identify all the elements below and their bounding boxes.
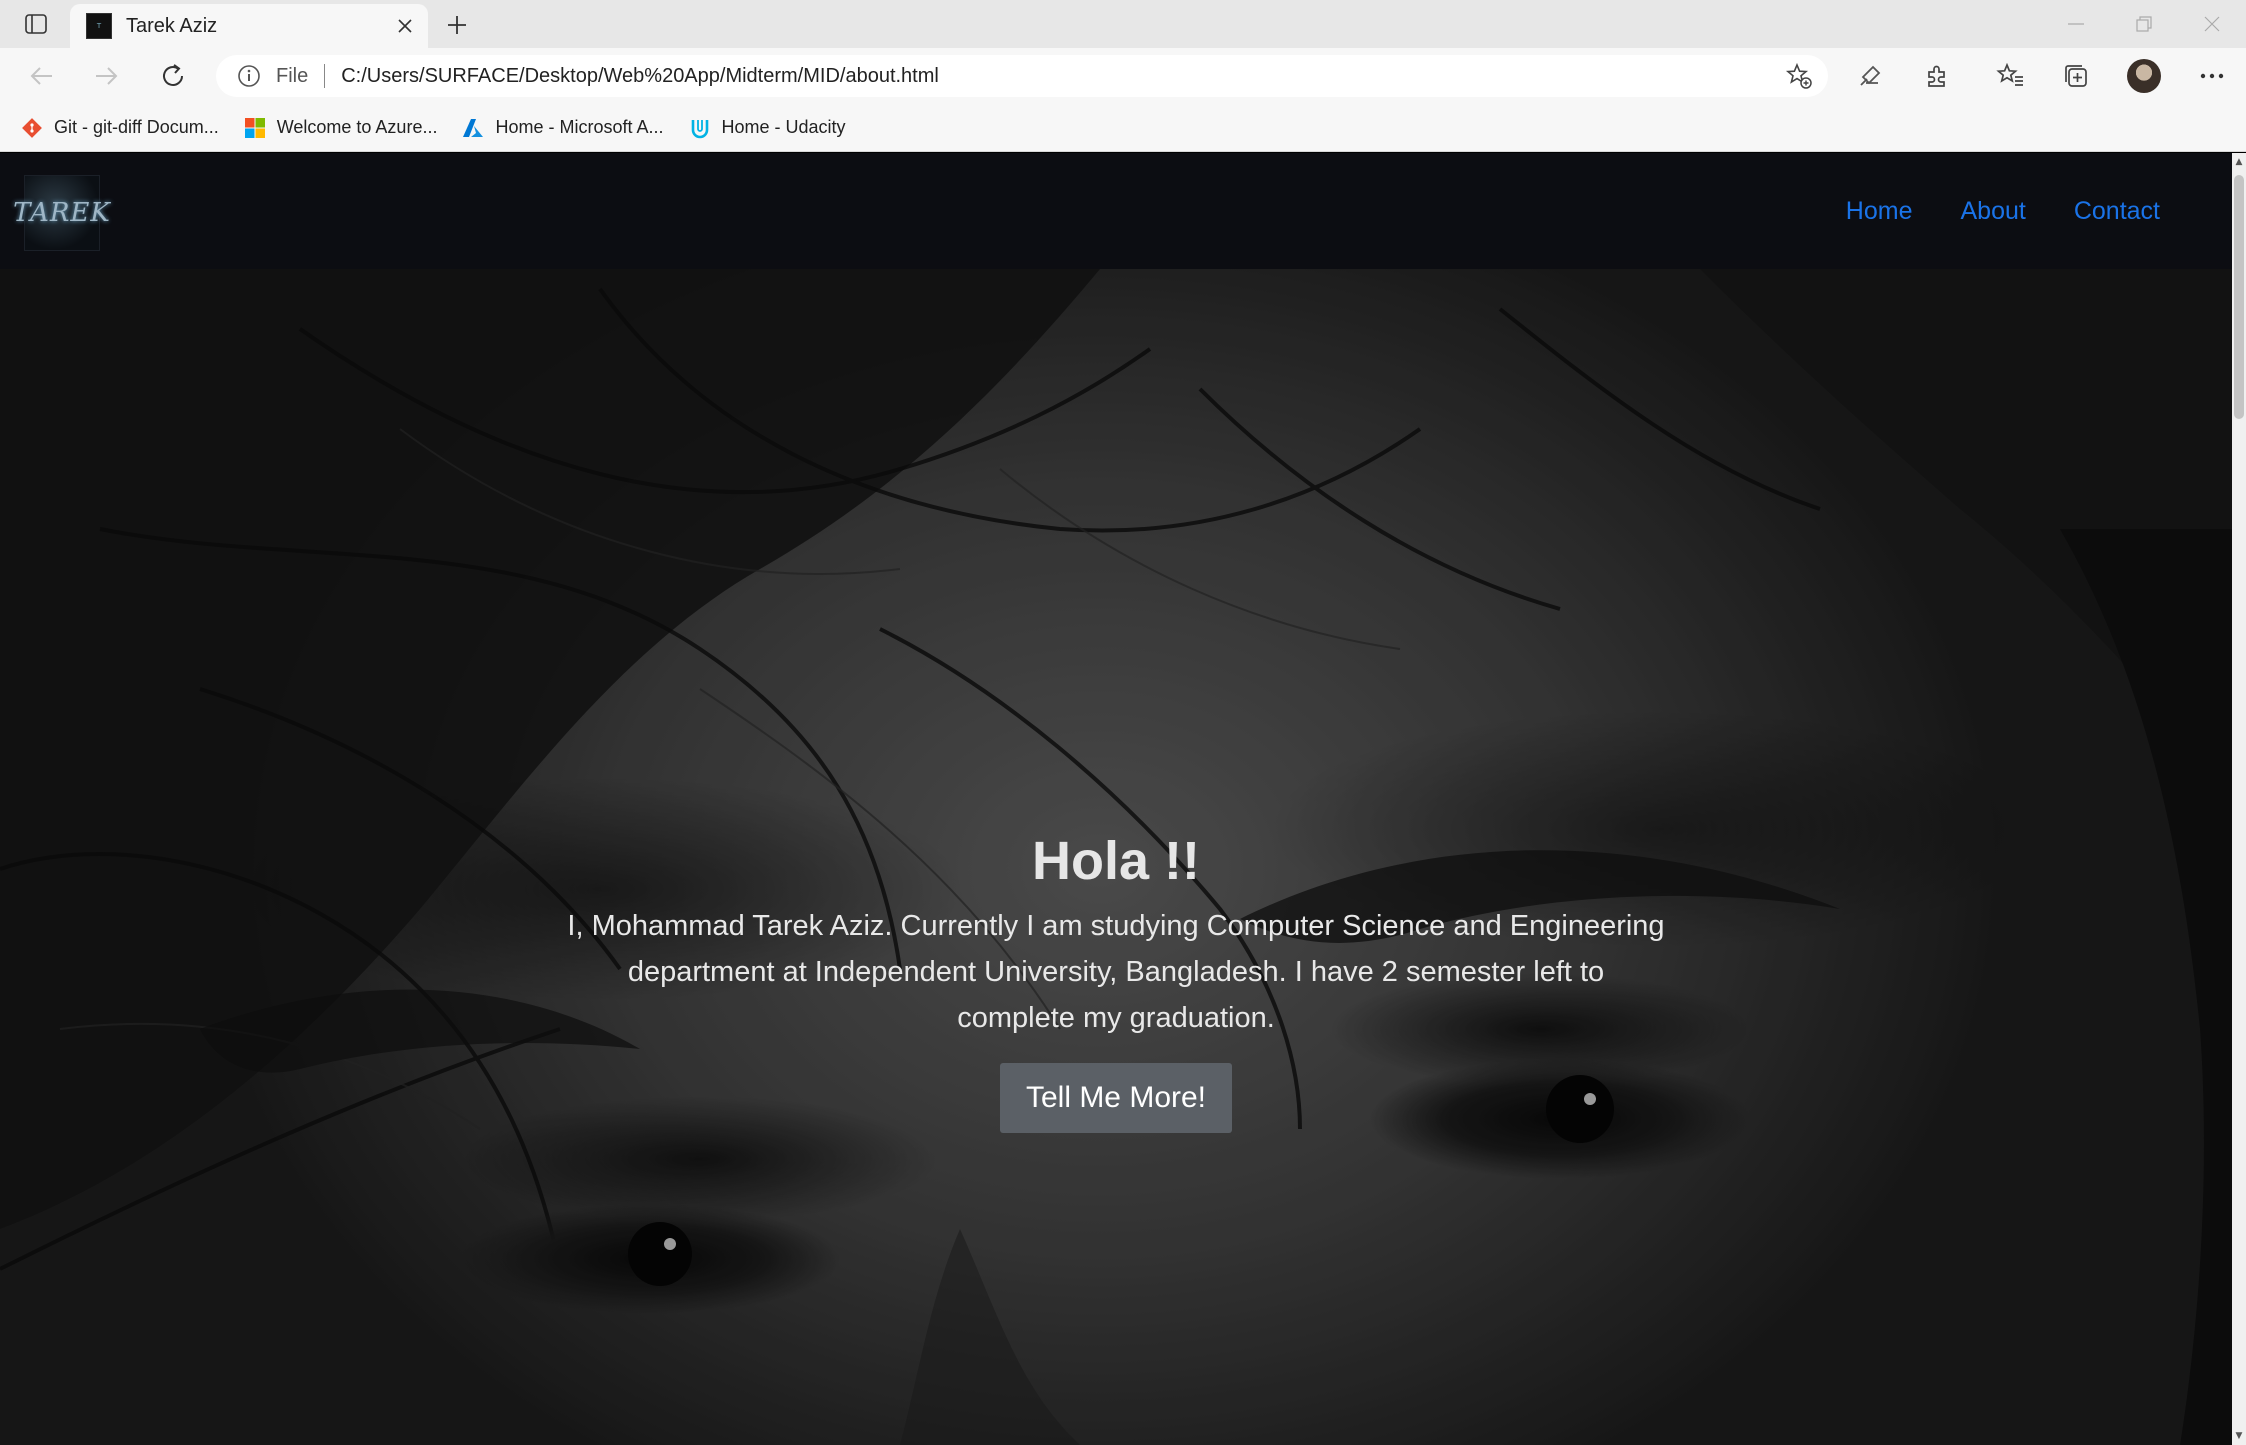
- address-bar[interactable]: File C:/Users/SURFACE/Desktop/Web%20App/…: [216, 55, 1828, 97]
- bookmark-label: Home - Microsoft A...: [495, 117, 664, 137]
- info-icon[interactable]: [236, 63, 262, 89]
- tell-me-more-button[interactable]: Tell Me More!: [999, 1063, 1233, 1133]
- address-scheme: File: [276, 64, 309, 87]
- more-options-icon[interactable]: [2190, 56, 2234, 96]
- bookmark-item[interactable]: Home - Microsoft A...: [461, 111, 664, 145]
- site-navbar: TAREK Home About Contact: [0, 153, 2232, 269]
- forward-icon[interactable]: [84, 56, 128, 96]
- address-url[interactable]: C:/Users/SURFACE/Desktop/Web%20App/Midte…: [341, 65, 1782, 88]
- bookmark-label: Home - Udacity: [721, 117, 846, 137]
- close-tab-icon[interactable]: [390, 11, 420, 41]
- address-divider: [324, 64, 326, 88]
- nav-link-about[interactable]: About: [1960, 197, 2025, 226]
- minimize-icon[interactable]: [2042, 0, 2110, 48]
- hero-description: I, Mohammad Tarek Aziz. Currently I am s…: [567, 910, 1665, 1034]
- back-icon[interactable]: [20, 56, 64, 96]
- refresh-icon[interactable]: [151, 56, 195, 96]
- restore-icon[interactable]: [2110, 0, 2178, 48]
- bookmark-item[interactable]: Home - Udacity: [688, 111, 846, 145]
- bookmark-item[interactable]: Welcome to Azure...: [243, 111, 438, 145]
- hero-title: Hola !!: [1032, 831, 1200, 891]
- page-viewport: TAREK Home About Contact Hola !! I, Moha…: [0, 153, 2232, 1445]
- tab-favicon-icon: T: [86, 13, 112, 39]
- bookmark-item[interactable]: Git - git-diff Docum...: [20, 111, 219, 145]
- nav-link-contact[interactable]: Contact: [2074, 197, 2160, 226]
- nav-link-home[interactable]: Home: [1846, 197, 1913, 226]
- microsoft-icon: [243, 116, 267, 140]
- udacity-icon: [688, 116, 712, 140]
- close-window-icon[interactable]: [2178, 0, 2246, 48]
- scroll-up-arrow-icon[interactable]: ▲: [2234, 157, 2244, 167]
- tab-title: Tarek Aziz: [126, 14, 218, 37]
- window-controls: [2042, 0, 2246, 48]
- hero-section: Hola !! I, Mohammad Tarek Aziz. Currentl…: [0, 269, 2232, 1445]
- git-icon: [20, 116, 44, 140]
- tab-actions-icon[interactable]: [18, 10, 54, 38]
- add-favorite-icon[interactable]: [1782, 59, 1816, 93]
- bookmark-label: Git - git-diff Docum...: [54, 117, 219, 137]
- scroll-thumb[interactable]: [2234, 175, 2244, 419]
- extensions-icon[interactable]: [1915, 56, 1959, 96]
- favorites-icon[interactable]: [1988, 56, 2032, 96]
- collections-icon[interactable]: [2054, 56, 2098, 96]
- bookmarks-bar: Git - git-diff Docum... Welcome to Azure…: [0, 104, 2246, 152]
- hero-content: Hola !! I, Mohammad Tarek Aziz. Currentl…: [566, 829, 1666, 1133]
- tab-strip: T Tarek Aziz: [0, 0, 2246, 48]
- site-nav-links: Home About Contact: [1798, 153, 2160, 269]
- read-aloud-icon[interactable]: [1848, 56, 1892, 96]
- bookmark-label: Welcome to Azure...: [276, 117, 438, 137]
- logo-text: TAREK: [13, 198, 111, 228]
- scroll-down-arrow-icon[interactable]: ▼: [2234, 1431, 2244, 1441]
- profile-avatar[interactable]: [2122, 56, 2166, 96]
- azure-icon: [461, 116, 485, 140]
- page-scrollbar[interactable]: ▲ ▼: [2232, 153, 2246, 1445]
- new-tab-icon[interactable]: [440, 8, 474, 42]
- browser-tab[interactable]: T Tarek Aziz: [70, 4, 428, 48]
- browser-toolbar: File C:/Users/SURFACE/Desktop/Web%20App/…: [0, 48, 2246, 104]
- site-logo[interactable]: TAREK: [13, 175, 110, 251]
